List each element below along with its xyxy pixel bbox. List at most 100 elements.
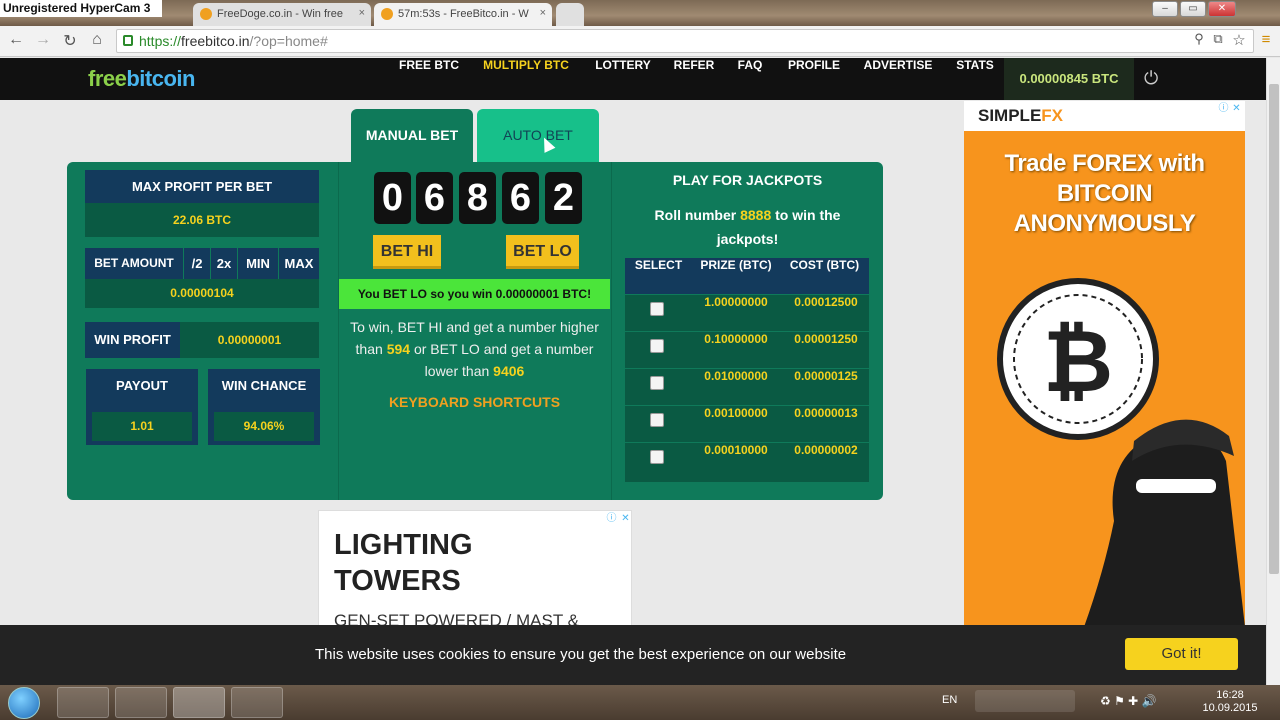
recorder-watermark: Unregistered HyperCam 3 [0,0,162,17]
close-tab-icon[interactable]: × [540,7,546,19]
address-bar[interactable]: https://freebitco.in/?op=home# [116,29,1254,53]
min-bet-button[interactable]: MIN [238,248,278,279]
media-player-taskbar-icon[interactable] [115,687,167,718]
adchoices-icon[interactable]: ⓘ [605,512,618,525]
dogecoin-favicon-icon [200,8,212,20]
chrome-taskbar-icon[interactable] [173,687,225,718]
jackpot-header-select: SELECT [625,258,692,294]
translate-icon[interactable]: ⧉ [1208,31,1228,47]
table-row: 0.10000000 0.00001250 [625,331,869,368]
bet-lo-button[interactable]: BET LO [506,235,579,269]
logout-power-icon[interactable]: ⏻ [1144,68,1164,88]
clock-date: 10.09.2015 [1202,702,1258,714]
taskbar-clock[interactable]: 16:28 10.09.2015 [1200,689,1260,715]
cookie-message: This website uses cookies to ensure you … [315,646,847,663]
bet-amount-input[interactable]: 0.00000104 [85,279,319,308]
nav-faq[interactable]: FAQ [730,58,770,100]
halve-bet-button[interactable]: /2 [184,248,210,279]
jackpot-checkbox[interactable] [650,302,664,316]
nav-profile[interactable]: PROFILE [781,58,847,100]
win-chance-input[interactable]: 94.06% [214,412,314,441]
menu-icon[interactable]: ≡ [1256,31,1276,48]
bet-amount-label: BET AMOUNT [85,248,183,279]
ad-title: LIGHTING TOWERS [334,529,473,597]
nav-free-btc[interactable]: FREE BTC [394,58,464,100]
ad-lighting-towers[interactable]: LIGHTING TOWERS GEN-SET POWERED / MAST &… [318,510,632,630]
jackpot-checkbox[interactable] [650,376,664,390]
jackpot-table: SELECT PRIZE (BTC) COST (BTC) 1.00000000… [625,258,869,482]
page-scrollbar[interactable] [1266,58,1280,685]
tab-freebitco[interactable]: 57m:53s - FreeBitco.in - W × [374,3,552,27]
close-window-icon[interactable]: ✕ [1208,1,1236,17]
skype-taskbar-icon[interactable] [231,687,283,718]
home-icon[interactable]: ⌂ [87,31,107,49]
table-row: 0.00010000 0.00000002 [625,442,869,479]
url-host: freebitco.in [181,33,250,49]
close-tab-icon[interactable]: × [359,7,365,19]
double-bet-button[interactable]: 2x [211,248,237,279]
jackpot-checkbox[interactable] [650,339,664,353]
cookie-accept-button[interactable]: Got it! [1125,638,1238,670]
jackpot-checkbox[interactable] [650,413,664,427]
jackpot-prize: 0.00010000 [704,443,768,457]
tab-manual-bet[interactable]: MANUAL BET [351,109,473,162]
ad-simplefx[interactable]: SIMPLEFX ⓘ ✕ Trade FOREX with BITCOIN AN… [964,101,1245,627]
language-indicator[interactable]: EN [942,694,957,706]
win-profit-value: 0.00000001 [180,322,319,358]
jackpot-prize: 1.00000000 [704,295,768,309]
explorer-taskbar-icon[interactable] [57,687,109,718]
nav-lottery[interactable]: LOTTERY [588,58,658,100]
url-path: /?op=home# [249,33,328,49]
table-row: 1.00000000 0.00012500 [625,294,869,331]
bet-hi-button[interactable]: BET HI [373,235,441,269]
max-profit-value: 22.06 BTC [85,203,319,237]
browser-tab-strip [0,0,1280,26]
jackpot-cost: 0.00000125 [794,369,858,383]
jackpot-cost: 0.00001250 [794,332,858,346]
jackpot-checkbox[interactable] [650,450,664,464]
table-row: 0.01000000 0.00000125 [625,368,869,405]
url-scheme: https:// [139,33,182,49]
system-tray-icons[interactable]: ♻ ⚑ ✚ 🔊 [1100,694,1190,710]
payout-input[interactable]: 1.01 [92,412,192,441]
nav-advertise[interactable]: ADVERTISE [857,58,939,100]
max-profit-label: MAX PROFIT PER BET [85,170,319,203]
tab-freedoge[interactable]: FreeDoge.co.in - Win free × [193,3,371,26]
reload-icon[interactable]: ↻ [60,31,80,51]
keyboard-shortcuts-link[interactable]: KEYBOARD SHORTCUTS [339,394,610,410]
forward-icon[interactable]: → [33,31,53,49]
close-ad-icon[interactable]: ✕ [619,512,631,525]
bitcoin-spy-illustration-icon: ₿ [997,278,1245,627]
tray-recorder-controls[interactable] [975,690,1075,712]
jackpot-header-cost: COST (BTC) [780,258,869,294]
win-chance-label: WIN CHANCE [208,369,320,403]
back-icon[interactable]: ← [6,31,26,49]
nav-stats[interactable]: STATS [950,58,1000,100]
minimize-icon[interactable]: – [1152,1,1178,17]
tab-label: FreeDoge.co.in - Win free [217,8,343,20]
site-logo[interactable]: freebitcoin [88,66,195,92]
jackpot-cost: 0.00000002 [794,443,858,457]
new-tab-button[interactable] [556,3,584,26]
lock-icon [123,35,133,46]
table-row: 0.00100000 0.00000013 [625,405,869,442]
payout-label: PAYOUT [86,369,198,403]
tab-auto-bet[interactable]: AUTO BET [477,109,599,162]
nav-multiply-btc[interactable]: MULTIPLY BTC [474,58,578,100]
roll-digit: 2 [545,172,582,224]
nav-refer[interactable]: REFER [667,58,721,100]
bet-result-message: You BET LO so you win 0.00000001 BTC! [339,279,610,309]
bookmark-star-icon[interactable]: ☆ [1229,31,1249,49]
roll-digit: 8 [459,172,496,224]
jackpot-text: Roll number 8888 to win the jackpots! [654,207,841,247]
restore-icon[interactable]: ▭ [1180,1,1206,17]
roll-digit: 0 [374,172,411,224]
divider [611,162,612,500]
scrollbar-thumb[interactable] [1269,84,1279,574]
roll-digit: 6 [416,172,453,224]
jackpot-prize: 0.01000000 [704,369,768,383]
start-button-icon[interactable] [8,687,40,719]
max-bet-button[interactable]: MAX [279,248,319,279]
jackpot-prize: 0.10000000 [704,332,768,346]
pin-icon[interactable]: ⚲ [1189,31,1209,47]
